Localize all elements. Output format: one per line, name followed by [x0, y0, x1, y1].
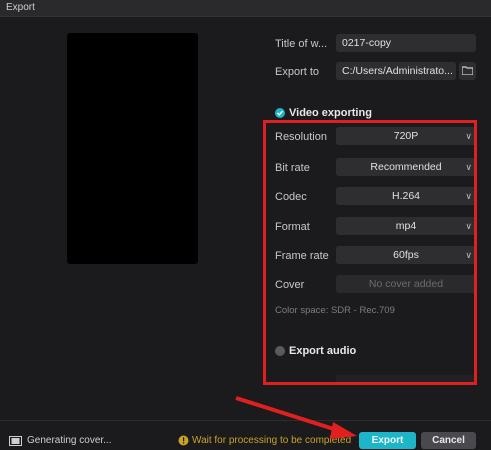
folder-icon	[462, 66, 473, 75]
window-title: Export	[6, 2, 35, 13]
film-icon	[9, 436, 22, 446]
video-preview	[67, 33, 198, 264]
export-path-input[interactable]: C:/Users/Administrato...	[336, 62, 456, 80]
export-to-label: Export to	[275, 66, 320, 78]
annotation-highlight-box	[263, 120, 477, 385]
browse-folder-button[interactable]	[459, 62, 476, 80]
check-icon	[277, 110, 284, 116]
processing-warning-text: Wait for processing to be completed	[192, 435, 352, 446]
generating-cover-status: Generating cover...	[27, 435, 112, 446]
title-bar: Export	[0, 0, 491, 17]
export-button[interactable]: Export	[359, 432, 416, 449]
cancel-button[interactable]: Cancel	[421, 432, 476, 449]
title-label: Title of w...	[275, 38, 328, 50]
video-export-checkbox[interactable]	[275, 108, 285, 118]
warning-icon	[178, 435, 189, 446]
title-input[interactable]: 0217-copy	[336, 34, 476, 52]
video-export-title: Video exporting	[289, 107, 372, 119]
